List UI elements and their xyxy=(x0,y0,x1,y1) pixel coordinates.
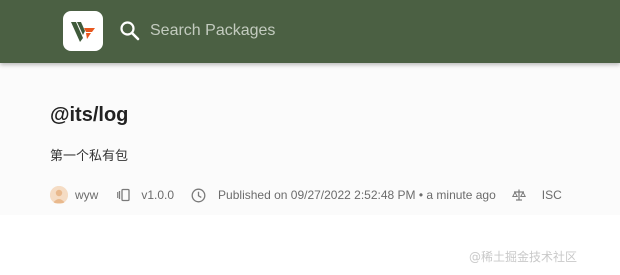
clock-icon xyxy=(191,188,206,203)
top-app-bar xyxy=(0,0,620,63)
package-card[interactable]: @its/log 第一个私有包 wyw v1.0.0 Published on … xyxy=(0,63,620,215)
package-name[interactable]: @its/log xyxy=(50,104,128,127)
verdaccio-logo-icon[interactable] xyxy=(63,11,103,51)
scale-icon xyxy=(511,188,526,202)
author-name: wyw xyxy=(75,188,99,202)
package-meta: wyw v1.0.0 Published on 09/27/2022 2:52:… xyxy=(50,184,562,206)
search-icon[interactable] xyxy=(118,19,142,43)
published-time: Published on 09/27/2022 2:52:48 PM • a m… xyxy=(218,188,496,202)
watermark: @稀土掘金技术社区 xyxy=(469,250,578,264)
search-input[interactable] xyxy=(150,16,450,46)
package-description: 第一个私有包 xyxy=(50,149,129,164)
package-license: ISC xyxy=(541,188,562,202)
version-icon xyxy=(117,188,131,202)
author-avatar xyxy=(50,186,68,204)
package-version: v1.0.0 xyxy=(141,188,175,202)
